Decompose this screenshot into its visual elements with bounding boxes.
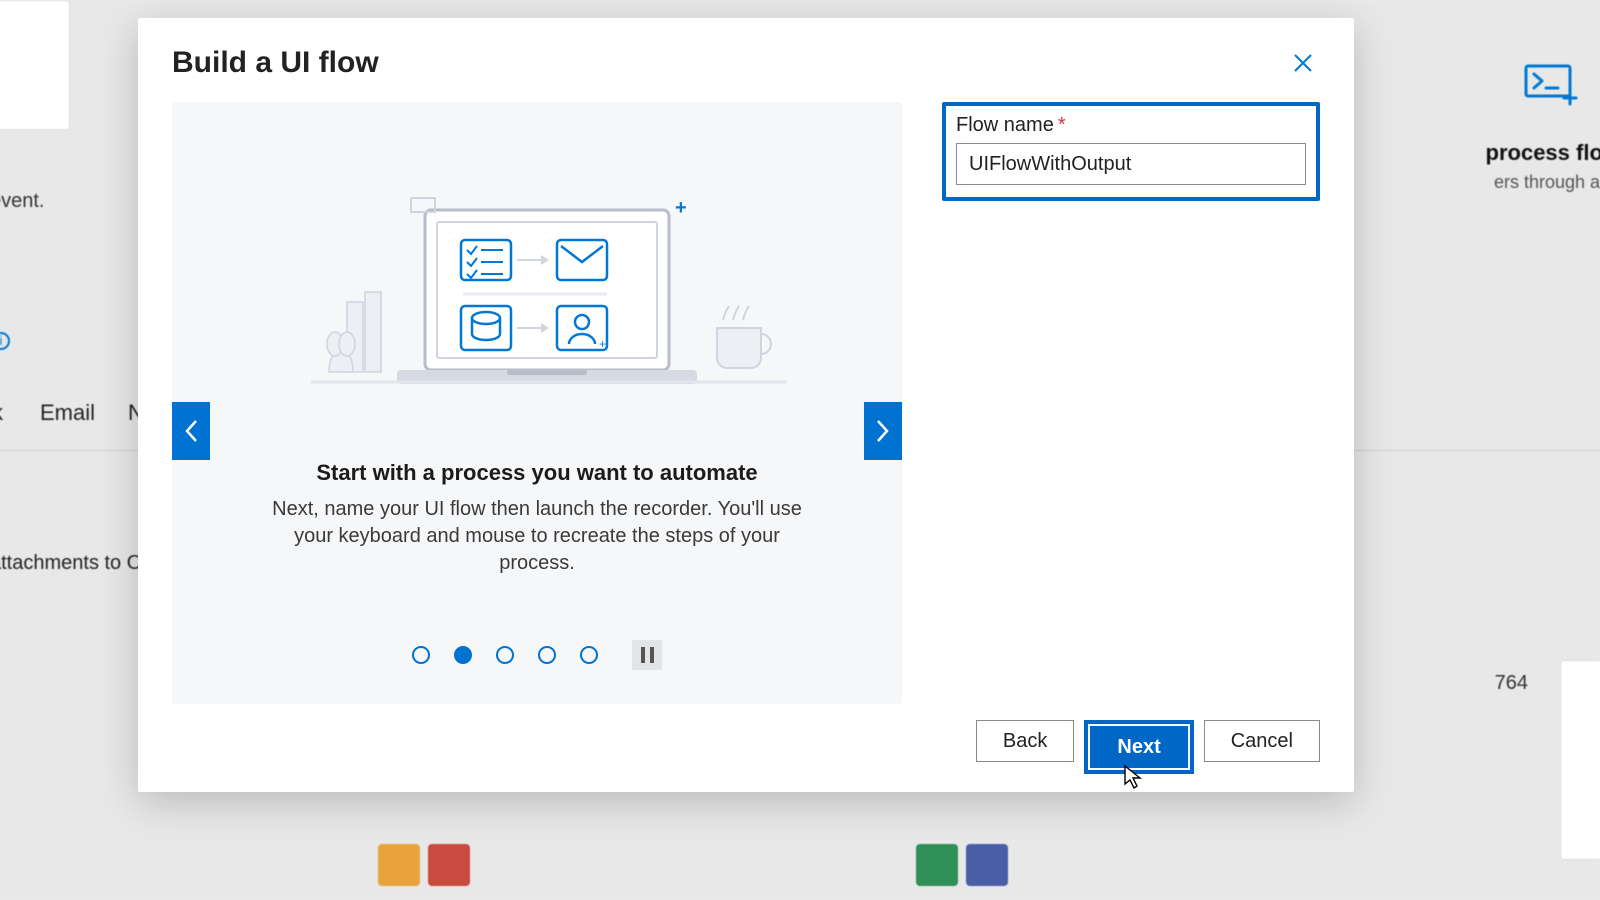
bd-num: 764 (1495, 672, 1528, 695)
flow-name-label: Flow name* (956, 114, 1306, 137)
carousel-slide-title: Start with a process you want to automat… (316, 460, 757, 486)
carousel-dot-2[interactable] (454, 646, 472, 664)
bd-attachments-text: attachments to O (0, 552, 142, 575)
bd-event-text: event. (0, 190, 44, 213)
carousel-dot-5[interactable] (580, 646, 598, 664)
modal-footer: Back Next Cancel (172, 720, 1320, 774)
terminal-add-icon (1524, 62, 1580, 106)
bd-right-sub: ers through a m (1494, 172, 1600, 193)
bd-email-text: Email (40, 400, 95, 426)
back-button[interactable]: Back (976, 720, 1074, 762)
carousel-pause-button[interactable] (632, 640, 662, 670)
carousel-illustration: + (172, 112, 902, 412)
carousel-pagination (412, 610, 662, 684)
required-asterisk: * (1058, 114, 1066, 136)
bd-k-text: k (0, 400, 3, 426)
next-button[interactable]: Next (1090, 726, 1187, 768)
chevron-left-icon (184, 419, 198, 443)
cancel-button[interactable]: Cancel (1204, 720, 1320, 762)
flow-form: Flow name* (942, 102, 1320, 704)
close-button[interactable] (1286, 46, 1320, 80)
chevron-right-icon (876, 419, 890, 443)
carousel-dot-4[interactable] (538, 646, 556, 664)
modal-title: Build a UI flow (172, 46, 379, 80)
bd-right-title: process flow (1486, 140, 1600, 166)
svg-text:+: + (675, 197, 687, 219)
close-icon (1293, 53, 1313, 73)
flow-name-field-group: Flow name* (942, 102, 1320, 201)
next-button-highlight: Next (1084, 720, 1193, 774)
pause-icon (641, 647, 654, 663)
info-icon: i (0, 332, 10, 350)
carousel-slide-description: Next, name your UI flow then launch the … (257, 496, 817, 577)
onboarding-carousel: + (172, 102, 902, 704)
carousel-dot-1[interactable] (412, 646, 430, 664)
svg-text:+: + (599, 337, 606, 351)
flow-name-input[interactable] (956, 143, 1306, 185)
build-ui-flow-modal: Build a UI flow (138, 18, 1354, 792)
carousel-dot-3[interactable] (496, 646, 514, 664)
